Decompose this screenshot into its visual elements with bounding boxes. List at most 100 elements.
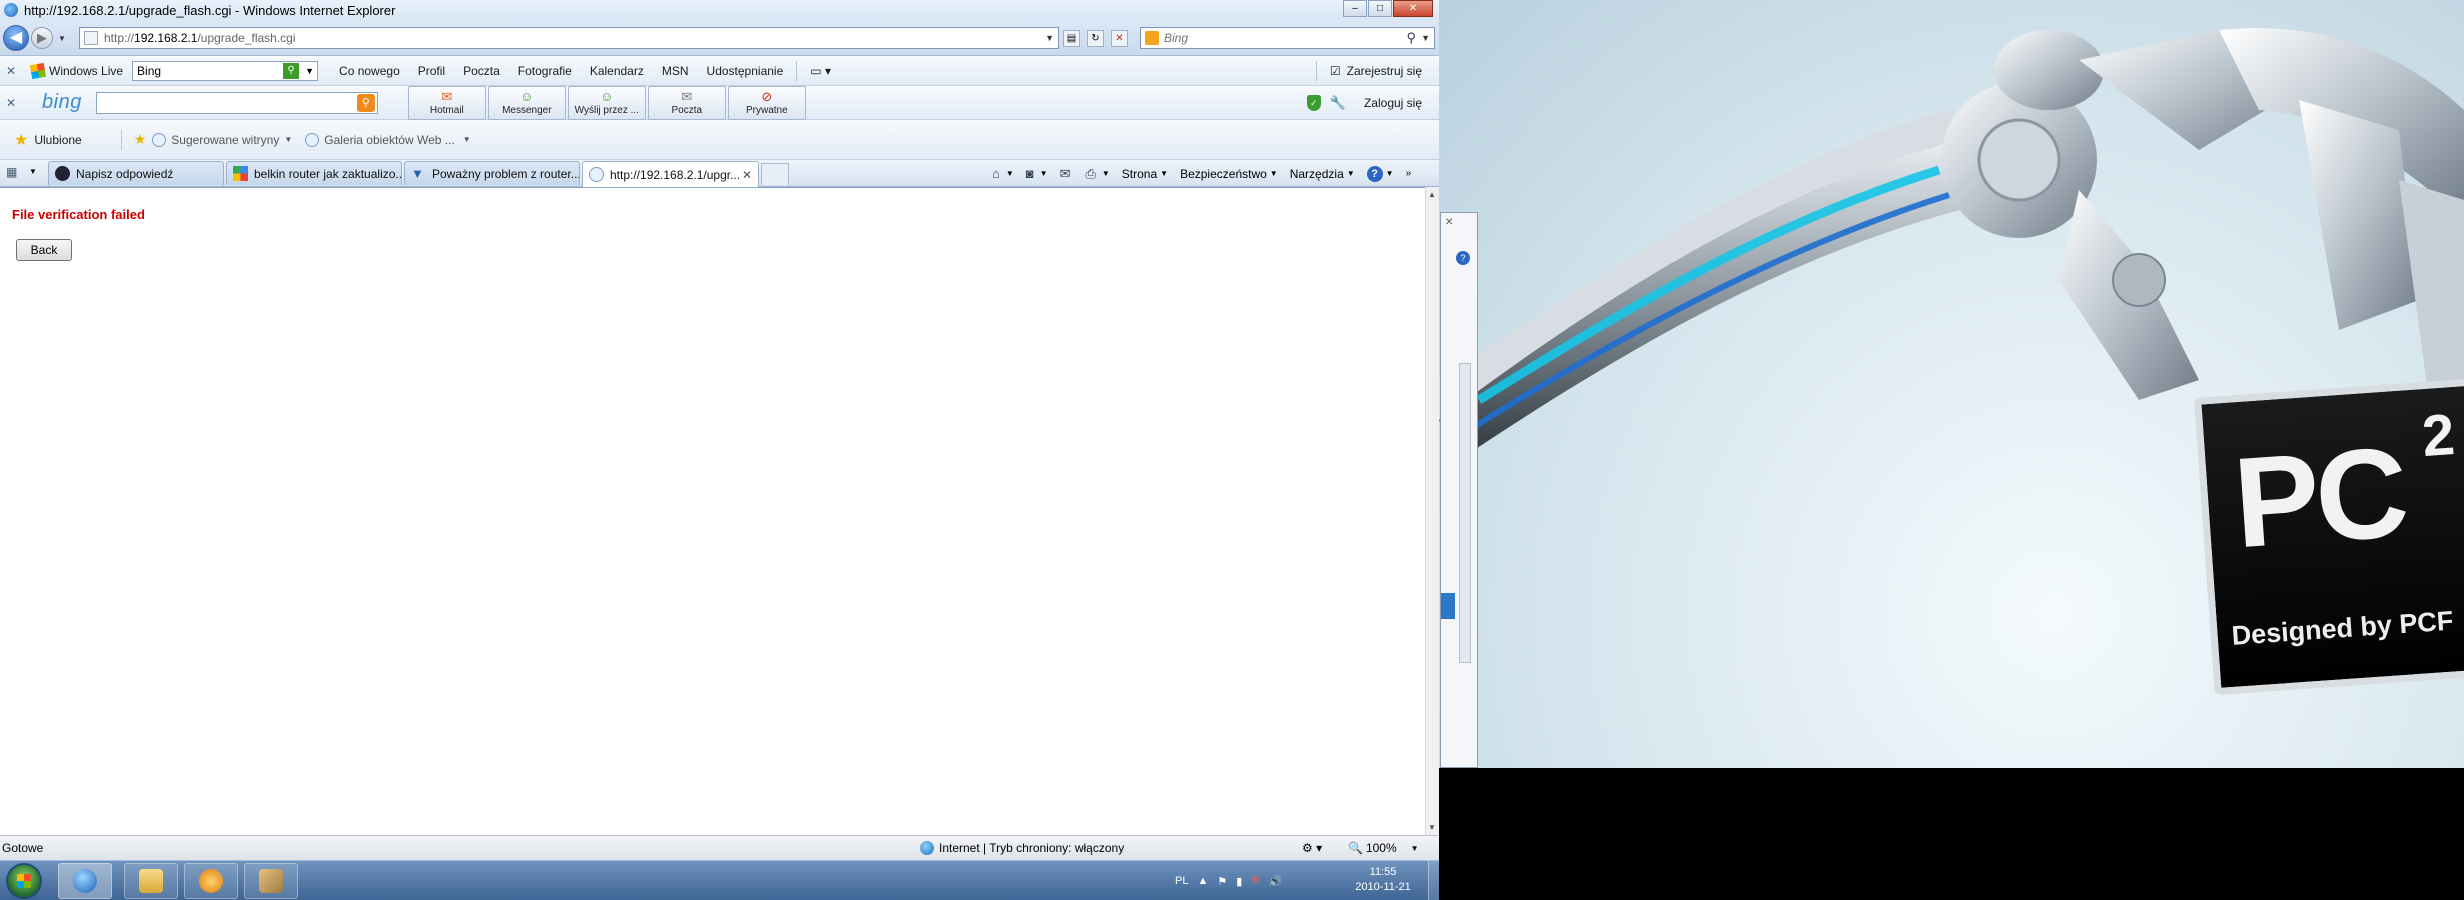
tab-label: Napisz odpowiedź (76, 166, 174, 181)
pc2-logo-badge: PC 2 Designed by PCF (2194, 377, 2464, 696)
taskbar-media-player[interactable] (184, 863, 238, 899)
gadget-scrollbar[interactable] (1459, 363, 1471, 663)
close-tab-icon[interactable]: ✕ (742, 168, 752, 182)
scroll-up-icon[interactable]: ▲ (1428, 190, 1436, 199)
taskbar-paint[interactable] (244, 863, 298, 899)
private-button[interactable]: ⊘ Prywatne (727, 85, 806, 120)
mail-button[interactable]: ✉ Poczta (647, 85, 726, 120)
ie-page-icon (589, 167, 604, 182)
refresh-icon[interactable]: ↻ (1087, 30, 1104, 47)
shield-icon[interactable]: ✓ (1306, 94, 1321, 111)
scroll-down-icon[interactable]: ▼ (1428, 823, 1436, 832)
antivirus-icon[interactable]: ⛨ (1251, 875, 1259, 888)
link-msn[interactable]: MSN (653, 64, 698, 78)
overflow-chevron-icon[interactable]: » (1406, 168, 1412, 179)
quick-tabs-icon[interactable]: ▦ (6, 165, 24, 181)
tab-row: ▦ ▼ Napisz odpowiedź belkin router jak z… (0, 160, 1439, 187)
minimize-button[interactable]: – (1343, 0, 1367, 17)
language-indicator[interactable]: PL (1175, 875, 1188, 887)
start-button[interactable] (6, 863, 42, 899)
folder-icon (139, 869, 163, 893)
page-menu[interactable]: Strona ▼ (1122, 167, 1168, 181)
action-center-icon[interactable]: ⚑ (1217, 875, 1227, 888)
bing-search-input[interactable]: ⚲ (95, 91, 378, 114)
add-favorite-icon[interactable]: ★ (134, 131, 147, 148)
command-bar: ⌂ ▼ ◙ ▼ ✉ ⎙ ▼ Strona ▼ Bezpieczeństwo ▼ Narzę… (992, 160, 1423, 187)
link-calendar[interactable]: Kalendarz (581, 64, 653, 78)
toolbar-options-icon[interactable]: ▭ ▾ (801, 64, 840, 78)
close-toolbar-icon[interactable]: ✕ (0, 96, 22, 110)
signup-link[interactable]: ☑ Zarejestruj się (1321, 64, 1431, 78)
history-dropdown-icon[interactable]: ▼ (58, 34, 66, 43)
home-button[interactable]: ⌂ ▼ (992, 166, 1014, 181)
tab-label: http://192.168.2.1/upgr... (610, 167, 741, 182)
tab-list-dropdown-icon[interactable]: ▼ (29, 167, 37, 176)
feeds-button[interactable]: ◙ ▼ (1026, 166, 1048, 181)
link-profile[interactable]: Profil (409, 64, 454, 78)
bing-search-icon[interactable]: ⚲ (356, 93, 375, 112)
favorites-button[interactable]: Ulubione (34, 133, 90, 147)
search-dropdown-icon[interactable]: ▼ (1421, 33, 1430, 43)
safety-menu[interactable]: Bezpieczeństwo ▼ (1180, 167, 1278, 181)
compatibility-icon[interactable]: ▤ (1063, 30, 1080, 47)
mail-label: Poczta (671, 104, 703, 116)
tab-napisz-odpowiedz[interactable]: Napisz odpowiedź (48, 161, 224, 185)
close-gadget-icon[interactable]: ✕ (1445, 217, 1453, 228)
close-toolbar-icon[interactable]: ✕ (0, 64, 22, 78)
url-input[interactable]: http://192.168.2.1/upgrade_flash.cgi ▼ (79, 27, 1059, 49)
forward-arrow-icon[interactable]: ▶ (31, 27, 53, 49)
mail-icon: ✉ (1059, 165, 1071, 181)
url-dropdown-icon[interactable]: ▼ (1045, 33, 1054, 43)
hotmail-button[interactable]: ✉ Hotmail (407, 85, 486, 120)
help-icon[interactable]: ? (1456, 251, 1470, 265)
page-content: File verification failed Back (0, 187, 1425, 835)
link-sharing[interactable]: Udostępnianie (698, 64, 793, 78)
title-bar[interactable]: http://192.168.2.1/upgrade_flash.cgi - W… (0, 0, 1439, 20)
suggested-sites-link[interactable]: Sugerowane witryny ▼ (152, 132, 301, 147)
taskbar-ie[interactable] (58, 863, 112, 899)
read-mail-button[interactable]: ✉ (1060, 166, 1074, 182)
maximize-button[interactable]: □ (1368, 0, 1392, 17)
ie-logo-icon (4, 3, 18, 17)
clock[interactable]: 11:55 2010-11-21 (1338, 865, 1428, 895)
search-go-icon[interactable]: ⚲ (283, 62, 300, 79)
popup-blocker-icon[interactable]: ⚙ ▾ (1302, 841, 1322, 855)
link-whats-new[interactable]: Co nowego (330, 64, 409, 78)
web-slice-gallery-link[interactable]: Galeria obiektów Web ... ▼ (301, 132, 479, 147)
print-button[interactable]: ⎙ ▼ (1085, 166, 1109, 182)
new-tab-button[interactable] (761, 163, 789, 185)
desktop-gadget-sliver[interactable]: ✕ ? (1440, 212, 1478, 768)
search-input[interactable] (1164, 31, 1394, 45)
volume-icon[interactable]: 🔊 (1269, 875, 1283, 888)
zoom-control[interactable]: 🔍 100% ▼ (1348, 841, 1419, 855)
login-link[interactable]: Zaloguj się (1355, 96, 1431, 110)
search-icon[interactable]: ⚲ (1406, 30, 1416, 46)
link-photos[interactable]: Fotografie (509, 64, 581, 78)
help-menu[interactable]: ? ▼ (1366, 165, 1394, 182)
network-icon[interactable]: ▮ (1236, 875, 1242, 888)
windows-live-menu[interactable]: Windows Live (22, 62, 132, 79)
hotmail-icon: ✉ (441, 88, 453, 104)
tab-powazny-problem[interactable]: ▼ Poważny problem z router... (404, 161, 580, 185)
search-box: ⚲ ▼ (1140, 27, 1435, 49)
vertical-scrollbar[interactable]: ▲ ▼ (1425, 187, 1439, 835)
send-button[interactable]: ☺ Wyślij przez ... (567, 85, 646, 120)
show-desktop-button[interactable] (1428, 861, 1439, 900)
close-button[interactable]: ✕ (1393, 0, 1433, 17)
back-arrow-icon[interactable]: ◀ (3, 25, 29, 51)
wrench-icon[interactable]: 🔧 (1321, 95, 1355, 111)
messenger-button[interactable]: ☺ Messenger (487, 85, 566, 120)
stop-icon[interactable]: ✕ (1111, 30, 1128, 47)
bing-search-icon (1145, 31, 1159, 45)
tab-belkin-router[interactable]: belkin router jak zaktualizo... (226, 161, 402, 185)
gadget-tab[interactable] (1441, 593, 1455, 619)
show-hidden-icons-icon[interactable]: ▲ (1197, 875, 1208, 887)
security-zone[interactable]: Internet | Tryb chroniony: włączony (920, 841, 1124, 855)
taskbar-explorer[interactable] (124, 863, 178, 899)
back-button[interactable]: Back (16, 239, 72, 261)
tools-menu[interactable]: Narzędzia ▼ (1290, 167, 1355, 181)
windows-live-search-input[interactable] (133, 63, 284, 78)
tab-upgrade-flash[interactable]: http://192.168.2.1/upgr... ✕ (582, 161, 759, 187)
link-mail[interactable]: Poczta (454, 64, 509, 78)
windows-live-dropdown-icon[interactable]: ▼ (305, 66, 314, 76)
